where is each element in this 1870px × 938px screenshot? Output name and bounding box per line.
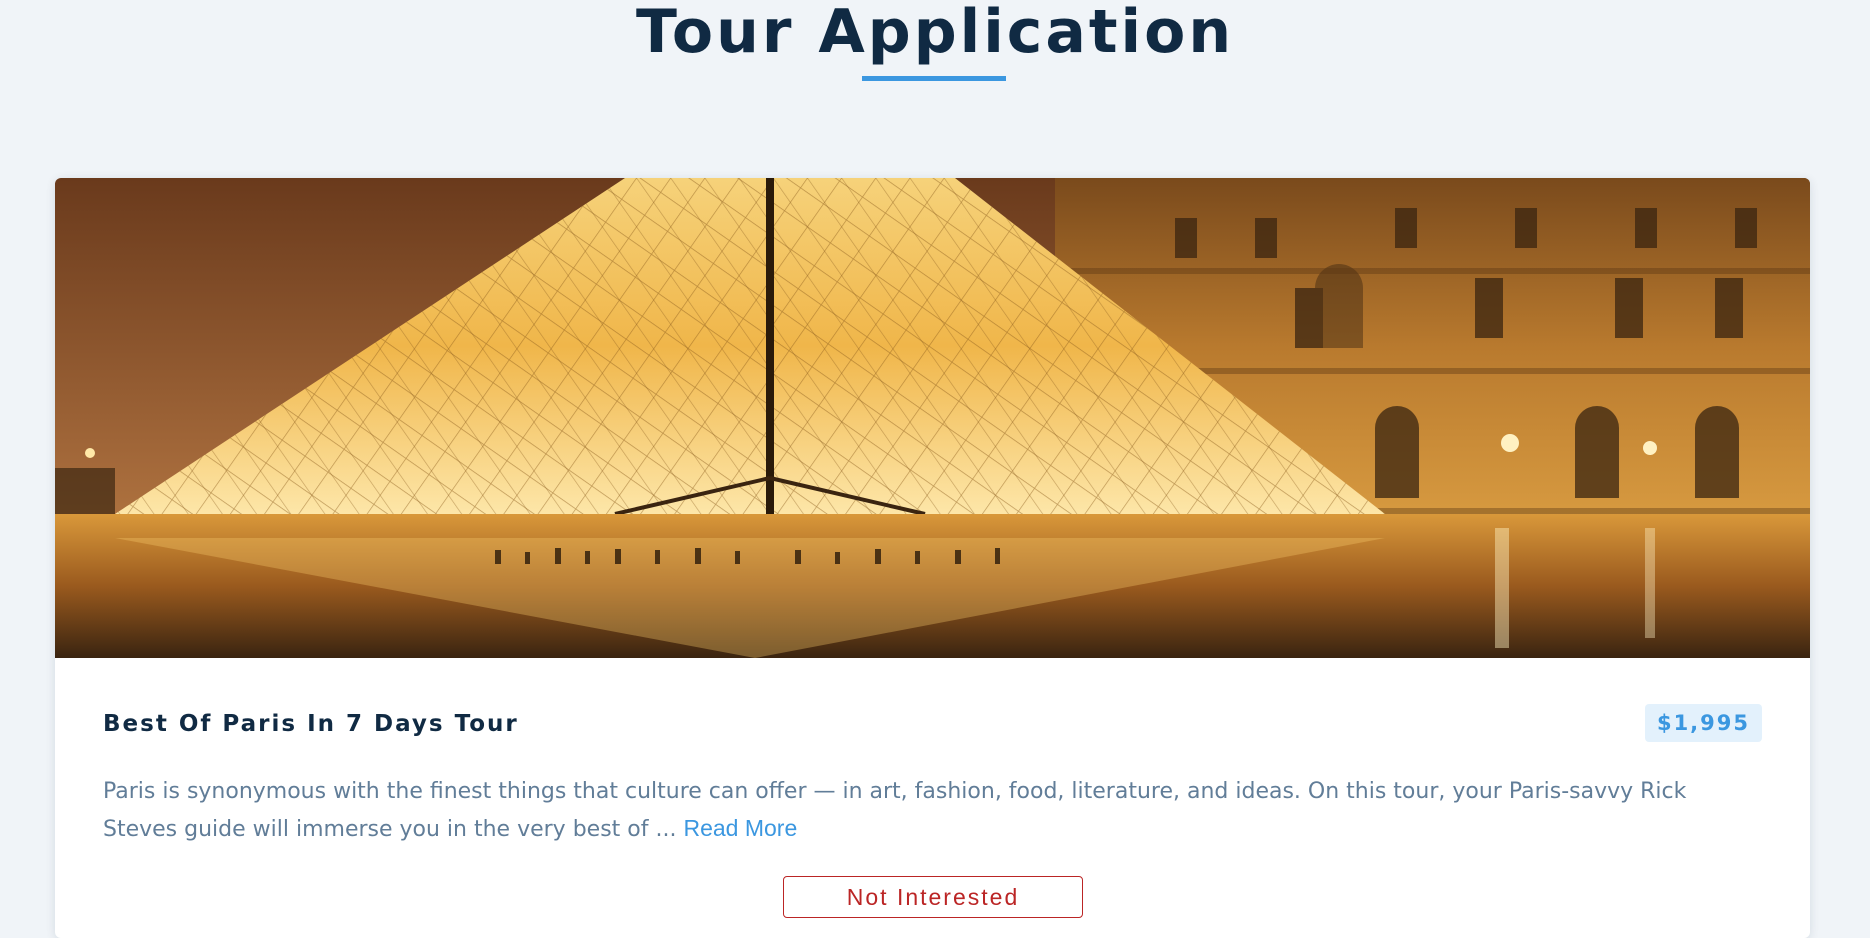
tour-name: Best Of Paris In 7 Days Tour xyxy=(103,711,519,737)
tour-info: Best Of Paris In 7 Days Tour $1,995 xyxy=(103,704,1762,744)
page-title: Tour Application xyxy=(635,0,1235,67)
not-interested-button[interactable]: Not Interested xyxy=(783,876,1083,918)
tour-description-text: Paris is synonymous with the finest thin… xyxy=(103,779,1687,842)
tour-image xyxy=(55,178,1810,658)
title-underline xyxy=(862,76,1006,81)
tour-description: Paris is synonymous with the finest thin… xyxy=(103,774,1763,848)
tour-price: $1,995 xyxy=(1644,704,1762,742)
tour-card: Best Of Paris In 7 Days Tour $1,995 Pari… xyxy=(55,178,1810,938)
read-more-button[interactable]: Read More xyxy=(683,815,797,841)
